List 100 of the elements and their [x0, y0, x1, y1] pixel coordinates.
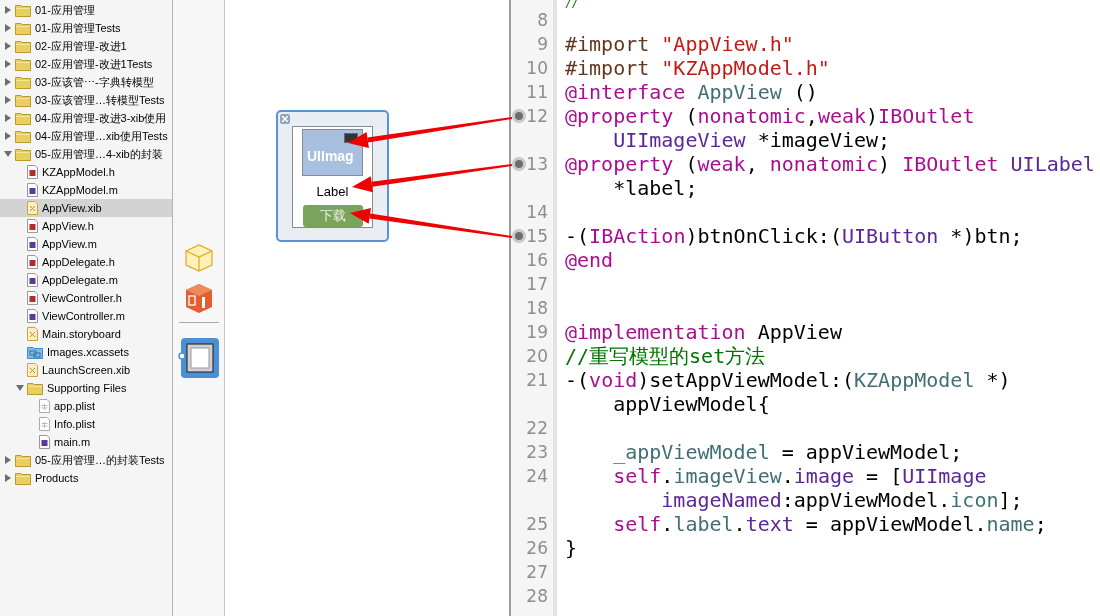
folder-icon [15, 75, 31, 89]
code-line: @property (weak, nonatomic) IBOutlet UILabel [565, 152, 1095, 176]
expand-triangle-icon[interactable] [4, 78, 12, 86]
expand-triangle-icon[interactable] [4, 96, 12, 104]
navigator-row[interactable]: 04-应用管理…xib使用Tests [0, 127, 172, 145]
line-number: 14 [526, 201, 548, 224]
file-name: ViewController.m [42, 308, 125, 324]
navigator-row[interactable]: 04-应用管理-改进3-xib使用 [0, 109, 172, 127]
code-line: self.label.text = appViewModel.name; [612, 512, 1047, 536]
navigator-row[interactable]: ViewController.h [0, 289, 172, 307]
navigator-row[interactable]: 02-应用管理-改进1Tests [0, 55, 172, 73]
file-name: LaunchScreen.xib [42, 362, 131, 378]
collapse-triangle-icon[interactable] [16, 384, 24, 392]
file-name: main.m [54, 434, 91, 450]
expand-triangle-icon[interactable] [4, 42, 12, 50]
line-number: 17 [526, 273, 548, 296]
line-number: 10 [526, 57, 548, 80]
navigator-row[interactable]: AppView.h [0, 217, 172, 235]
line-number: 25 [526, 513, 548, 536]
source-file-icon [27, 273, 38, 287]
navigator-row[interactable]: Products [0, 469, 172, 487]
close-icon[interactable] [280, 114, 290, 124]
navigator-row[interactable]: 05-应用管理…4-xib的封装 [0, 145, 172, 163]
image-view-text: UIImag [307, 147, 354, 166]
navigator-row[interactable]: main.m [0, 433, 172, 451]
file-name: 01-应用管理Tests [35, 20, 121, 36]
line-number: 26 [526, 537, 548, 560]
interface-file-icon [27, 201, 38, 215]
expand-triangle-icon[interactable] [4, 456, 12, 464]
file-name: Images.xcassets [47, 344, 129, 360]
header-file-icon [27, 255, 38, 269]
outlet-connection-icon[interactable] [512, 109, 526, 123]
code-line: self.imageView.image = [UIImage [612, 464, 987, 488]
file-name: AppView.m [42, 236, 97, 252]
navigator-row[interactable]: Supporting Files [0, 379, 172, 397]
navigator-row[interactable]: 05-应用管理…的封装Tests [0, 451, 172, 469]
navigator-row[interactable]: AppDelegate.h [0, 253, 172, 271]
navigator-row[interactable]: 03-应该管⋯-字典转模型 [0, 73, 172, 91]
code-line: -(IBAction)btnOnClick:(UIButton *)btn; [565, 224, 1023, 248]
plist-file-icon [39, 417, 50, 431]
navigator-row[interactable]: KZAppModel.h [0, 163, 172, 181]
expand-triangle-icon[interactable] [4, 24, 12, 32]
expand-triangle-icon[interactable] [4, 132, 12, 140]
file-name: app.plist [54, 398, 95, 414]
source-file-icon [27, 183, 38, 197]
line-number: 24 [526, 465, 548, 488]
line-number: 8 [537, 9, 548, 32]
navigator-row[interactable]: app.plist [0, 397, 172, 415]
navigator-row[interactable]: Main.storyboard [0, 325, 172, 343]
code-line: @interface AppView () [565, 80, 818, 104]
file-name: KZAppModel.h [42, 164, 115, 180]
collapse-triangle-icon[interactable] [4, 150, 12, 158]
xib-view-frame[interactable]: UIImag Label 下载 [276, 110, 389, 242]
navigator-row[interactable]: AppDelegate.m [0, 271, 172, 289]
code-line: -(void)setAppViewModel:(KZAppModel *) [565, 368, 1011, 392]
navigator-row[interactable]: Info.plist [0, 415, 172, 433]
navigator-row[interactable]: Images.xcassets [0, 343, 172, 361]
code-line: @end [565, 248, 614, 272]
asset-catalog-icon [27, 345, 43, 359]
navigator-row[interactable]: LaunchScreen.xib [0, 361, 172, 379]
code-line: UIImageView *imageView; [612, 128, 891, 152]
line-number: 28 [526, 585, 548, 608]
navigator-row[interactable]: AppView.m [0, 235, 172, 253]
outlet-connection-icon[interactable] [512, 229, 526, 243]
line-number: 20 [526, 345, 548, 368]
line-number: 22 [526, 417, 548, 440]
header-file-icon [27, 219, 38, 233]
expand-triangle-icon[interactable] [4, 6, 12, 14]
outlet-connection-icon[interactable] [512, 157, 526, 171]
file-name: Supporting Files [47, 380, 127, 396]
folder-icon [15, 57, 31, 71]
navigator-row[interactable]: AppView.xib [0, 199, 172, 217]
file-name: 02-应用管理-改进1Tests [35, 56, 153, 72]
expand-triangle-icon[interactable] [4, 474, 12, 482]
file-name: 02-应用管理-改进1 [35, 38, 127, 54]
expand-triangle-icon[interactable] [4, 60, 12, 68]
line-number: 15 [526, 225, 548, 248]
folder-icon [15, 93, 31, 107]
navigator-row[interactable]: ViewController.m [0, 307, 172, 325]
view-icon[interactable] [177, 337, 220, 379]
file-name: Main.storyboard [42, 326, 121, 342]
file-name: Info.plist [54, 416, 95, 432]
folder-icon [15, 471, 31, 485]
line-number: 13 [526, 153, 548, 176]
navigator-row[interactable]: KZAppModel.m [0, 181, 172, 199]
navigator-row[interactable]: 03-应该管理…转模型Tests [0, 91, 172, 109]
expand-triangle-icon[interactable] [4, 114, 12, 122]
file-name: 04-应用管理-改进3-xib使用 [35, 110, 167, 126]
code-line: _appViewModel = appViewModel; [612, 440, 963, 464]
folder-icon [15, 453, 31, 467]
label-text[interactable]: Label [316, 184, 349, 200]
line-number: 9 [537, 33, 548, 56]
navigator-row[interactable]: 02-应用管理-改进1 [0, 37, 172, 55]
file-name: ViewController.h [42, 290, 122, 306]
line-number: 11 [526, 81, 548, 104]
block-icon[interactable] [183, 282, 214, 314]
line-number: 23 [526, 441, 548, 464]
navigator-row[interactable]: 01-应用管理Tests [0, 19, 172, 37]
navigator-row[interactable]: 01-应用管理 [0, 1, 172, 19]
code-line: } [565, 536, 578, 560]
